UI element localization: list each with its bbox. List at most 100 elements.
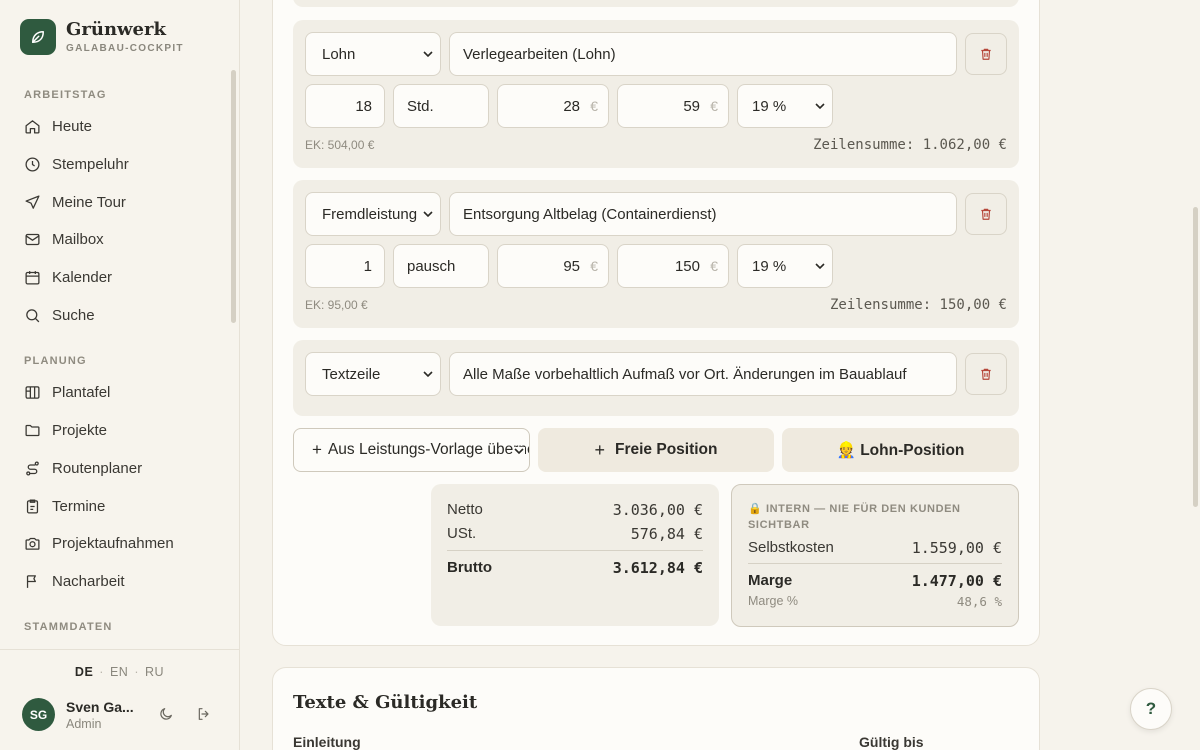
sidebar-item-stempeluhr[interactable]: Stempeluhr [0, 146, 228, 184]
vat-select[interactable]: 19 % [737, 84, 833, 128]
ust-row: USt. 576,84 € [447, 525, 703, 543]
sidebar-item-heute[interactable]: Heute [0, 108, 228, 146]
clipboard-icon [26, 499, 39, 514]
help-button[interactable]: ? [1130, 688, 1172, 730]
quantity-input[interactable]: 1 [305, 244, 385, 288]
language-en[interactable]: EN [110, 665, 128, 679]
language-ru[interactable]: RU [145, 665, 164, 679]
language-switcher: DE · EN · RU [74, 665, 165, 679]
home-icon [25, 120, 40, 134]
nav-section-title: STAMMDATEN [24, 621, 113, 634]
moon-icon[interactable] [158, 706, 174, 722]
totals-box: Netto 3.036,00 € USt. 576,84 € Brutto 3.… [431, 484, 719, 626]
quantity-input[interactable]: 18 [305, 84, 385, 128]
delete-position-button[interactable] [965, 353, 1007, 395]
sidebar: Grünwerk GALABAU-COCKPIT ARBEITSTAG Heut… [0, 0, 240, 750]
unit-input[interactable]: Std. [393, 84, 489, 128]
vk-price-input[interactable]: 59 € [617, 84, 729, 128]
brutto-row: Brutto 3.612,84 € [447, 559, 703, 577]
internal-costs-box: 🔒 INTERN — NIE FÜR DEN KUNDEN SICHTBAR S… [731, 484, 1019, 627]
sidebar-item-projektaufnahmen[interactable]: Projektaufnahmen [0, 525, 228, 563]
sidebar-item-routenplaner[interactable]: Routenplaner [0, 450, 228, 488]
position-type-select[interactable]: Lohn [305, 32, 441, 76]
avatar: SG [22, 698, 55, 731]
sidebar-item-kalender[interactable]: Kalender [0, 259, 228, 297]
brutto-label: Brutto [447, 559, 492, 576]
vat-select[interactable]: 19 % [737, 244, 833, 288]
calendar-icon [25, 271, 40, 285]
sidebar-item-label: Kalender [52, 269, 113, 287]
navigation-icon [25, 195, 40, 209]
sidebar-footer: DE · EN · RU SG Sven Ga... Admin [0, 649, 239, 750]
leaf-logo-icon [20, 19, 56, 55]
sidebar-item-projekte[interactable]: Projekte [0, 412, 228, 450]
marge-value: 1.477,00 € [911, 572, 1002, 590]
ek-price-input[interactable]: 95 € [497, 244, 609, 288]
unit-input[interactable]: pausch [393, 244, 489, 288]
sidebar-item-label: Projekte [52, 422, 108, 440]
position-description-value: Entsorgung Altbelag (Containerdienst) [463, 205, 717, 223]
sidebar-item-label: Stempeluhr [52, 156, 129, 174]
language-de[interactable]: DE [75, 665, 93, 679]
logout-icon[interactable] [196, 706, 212, 722]
selbstkosten-row: Selbstkosten 1.559,00 € [748, 539, 1002, 557]
trash-icon [981, 368, 991, 380]
divider [748, 563, 1002, 564]
user-profile[interactable]: SG Sven Ga... Admin [22, 698, 134, 731]
flag-icon [26, 575, 36, 588]
trash-icon [981, 208, 991, 220]
line-total: Zeilensumme: 150,00 € [829, 297, 1007, 313]
selbstkosten-label: Selbstkosten [748, 539, 834, 556]
unit-value: pausch [407, 257, 456, 275]
previous-position-row [293, 0, 1019, 7]
sidebar-item-label: Meine Tour [52, 193, 126, 211]
sidebar-item-plantafel[interactable]: Plantafel [0, 374, 228, 412]
marge-percent-value: 48,6 % [956, 594, 1002, 609]
sidebar-item-termine[interactable]: Termine [0, 487, 228, 525]
sidebar-item-nacharbeit[interactable]: Nacharbeit [0, 563, 228, 601]
main-scrollbar[interactable] [1193, 207, 1198, 507]
valid-until-label: Gültig bis [859, 734, 924, 750]
netto-value: 3.036,00 € [612, 501, 703, 519]
sidebar-item-suche[interactable]: Suche [0, 296, 228, 334]
vk-price-input[interactable]: 150 € [617, 244, 729, 288]
divider [447, 550, 703, 551]
vat-value: 19 % [752, 257, 787, 275]
marge-percent-label: Marge % [748, 594, 799, 608]
position-type-select[interactable]: Fremdleistung [305, 192, 441, 236]
add-free-position-button[interactable]: + Freie Position [538, 428, 774, 472]
clock-icon [25, 157, 40, 172]
delete-position-button[interactable] [965, 33, 1007, 75]
trash-icon [981, 48, 991, 60]
quantity-value: 1 [363, 257, 372, 275]
position-description-input[interactable]: Verlegearbeiten (Lohn) [449, 32, 957, 76]
search-icon [26, 308, 40, 323]
position-description-input[interactable]: Alle Maße vorbehaltlich Aufmaß vor Ort. … [449, 352, 957, 396]
sidebar-item-label: Nacharbeit [52, 572, 125, 590]
sidebar-scrollbar[interactable] [231, 70, 236, 323]
netto-label: Netto [447, 501, 483, 518]
user-name: Sven Ga... [66, 698, 134, 715]
position-description-input[interactable]: Entsorgung Altbelag (Containerdienst) [449, 192, 957, 236]
add-lohn-position-button[interactable]: 👷 Lohn-Position [782, 428, 1019, 472]
position-type-value: Textzeile [322, 365, 381, 383]
user-role: Admin [66, 716, 102, 731]
line-total: Zeilensumme: 1.062,00 € [813, 137, 1007, 153]
position-type-select[interactable]: Textzeile [305, 352, 441, 396]
quantity-value: 18 [355, 97, 372, 115]
position-row: Fremdleistung Entsorgung Altbelag (Conta… [293, 180, 1019, 328]
sidebar-item-label: Termine [52, 497, 106, 515]
chevron-down-icon [815, 263, 825, 270]
template-select[interactable]: + Aus Leistungs-Vorlage übernehmen [293, 428, 530, 472]
ek-price-input[interactable]: 28 € [497, 84, 609, 128]
brand[interactable]: Grünwerk GALABAU-COCKPIT [20, 19, 184, 55]
marge-percent-row: Marge % 48,6 % [748, 594, 1002, 609]
currency-symbol: € [710, 258, 718, 274]
delete-position-button[interactable] [965, 193, 1007, 235]
marge-row: Marge 1.477,00 € [748, 572, 1002, 590]
position-type-value: Lohn [322, 45, 356, 63]
marge-label: Marge [748, 572, 793, 589]
sidebar-nav: ARBEITSTAG Heute Stempeluhr Meine Tour M… [0, 80, 228, 650]
sidebar-item-meine-tour[interactable]: Meine Tour [0, 183, 228, 221]
sidebar-item-mailbox[interactable]: Mailbox [0, 221, 228, 259]
